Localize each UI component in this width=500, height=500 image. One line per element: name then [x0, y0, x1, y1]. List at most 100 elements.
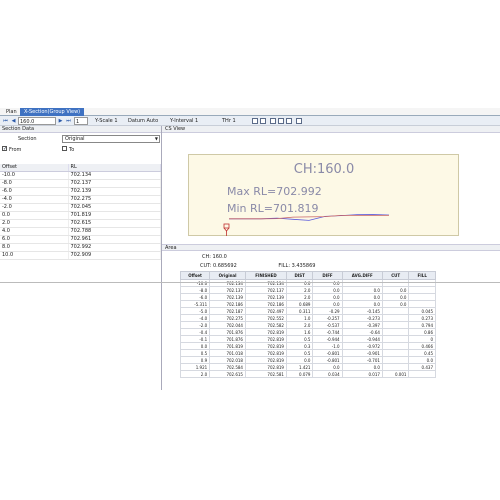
offset-cell[interactable]: 6.0: [0, 235, 69, 244]
table-row: -6.0 702.139 702.139 2.0 0.0 0.0 0.0: [179, 293, 436, 301]
offset-cell[interactable]: 10.0: [0, 251, 69, 260]
rl-cell[interactable]: 702.615: [68, 219, 161, 228]
table-row[interactable]: 4.0 702.788: [0, 227, 161, 236]
table-cell: 702.139: [209, 293, 246, 301]
rl-cell[interactable]: 702.909: [68, 251, 161, 260]
list-icon[interactable]: [286, 118, 292, 124]
rl-cell[interactable]: 702.788: [68, 227, 161, 236]
rl-cell[interactable]: 701.819: [68, 211, 161, 220]
table-cell: 0.045: [408, 307, 436, 315]
table-row[interactable]: 2.0 702.615: [0, 219, 161, 228]
table-row[interactable]: -4.0 702.275: [0, 195, 161, 204]
table-cell: 0.437: [408, 363, 436, 371]
tab-x-section[interactable]: X-Section(Group View): [20, 108, 85, 116]
offset-cell[interactable]: -8.0: [0, 179, 69, 188]
table-cell: 0.5: [285, 349, 314, 357]
design-profile-line: [229, 215, 389, 220]
table-row[interactable]: 6.0 702.961: [0, 235, 161, 244]
next-icon[interactable]: ▶: [57, 117, 64, 125]
yscale-value[interactable]: 1: [114, 118, 117, 124]
yinterval-value[interactable]: 1: [195, 118, 198, 124]
app-window: Plan X-Section(Group View) ⏮ ◀ 160.0 ▶ ⏭…: [0, 108, 500, 390]
table-cell: 702.819: [244, 328, 287, 336]
table-cell: 0.0: [312, 286, 343, 294]
table-row[interactable]: 10.0 702.909: [0, 251, 161, 260]
zoom-icon[interactable]: [252, 118, 258, 124]
cross-section-svg: CH:160.0 Max RL=702.992 Min RL=701.819: [223, 162, 390, 236]
rl-cell[interactable]: 702.134: [68, 171, 161, 180]
table-cell: 0.3: [285, 342, 314, 350]
rl-cell[interactable]: 702.275: [68, 195, 161, 204]
offset-cell[interactable]: 2.0: [0, 219, 69, 228]
first-icon[interactable]: ⏮: [2, 117, 9, 125]
datum-group: Datum Auto: [128, 117, 168, 125]
table-row[interactable]: -2.0 702.045: [0, 203, 161, 212]
pan-icon[interactable]: [260, 118, 266, 124]
cross-section-chart[interactable]: CH:160.0 Max RL=702.992 Min RL=701.819: [188, 154, 459, 236]
area-fill-value: 3.435869: [291, 263, 316, 269]
section-table: Offset RL -10.0 702.134 -8.0 702.137 -6.0 702…: [0, 164, 161, 260]
to-checkbox[interactable]: To: [62, 146, 74, 154]
rl-cell[interactable]: 702.137: [68, 179, 161, 188]
tab-bar: Plan X-Section(Group View): [0, 108, 500, 116]
table-cell: 702.497: [244, 307, 287, 315]
section-select[interactable]: Original ▼: [62, 135, 160, 143]
table-row[interactable]: -10.0 702.134: [0, 171, 161, 180]
previous-icon[interactable]: ◀: [10, 117, 17, 125]
offset-cell[interactable]: 0.0: [0, 211, 69, 220]
table-cell: 702.819: [244, 356, 287, 364]
table-cell: 701.018: [209, 349, 246, 357]
table-cell: -0.145: [341, 307, 383, 315]
table-cell: 701.876: [209, 328, 246, 336]
column-header-dist: DIST: [285, 271, 314, 280]
offset-cell[interactable]: -4.0: [0, 195, 69, 204]
table-cell: 0.86: [408, 328, 436, 336]
table-cell: -0.744: [312, 328, 343, 336]
table-row: 2.0 702.615 702.581 0.079 0.034 0.017 0.001: [179, 370, 436, 378]
offset-cell[interactable]: -10.0: [0, 171, 69, 180]
table-cell: 0.273: [408, 314, 436, 322]
table-row[interactable]: 0.0 701.819: [0, 211, 161, 220]
offset-cell[interactable]: -2.0: [0, 203, 69, 212]
chainage-input[interactable]: 160.0: [18, 117, 56, 125]
table-row[interactable]: 8.0 702.992: [0, 243, 161, 252]
datum-value[interactable]: Auto: [147, 118, 159, 124]
rl-cell[interactable]: 702.961: [68, 235, 161, 244]
table-row[interactable]: -6.0 702.139: [0, 187, 161, 196]
table-cell: 701.876: [209, 335, 246, 343]
table-cell: 702.186: [244, 300, 287, 308]
last-icon[interactable]: ⏭: [65, 117, 72, 125]
rl-cell[interactable]: 702.992: [68, 243, 161, 252]
rl-cell[interactable]: 702.045: [68, 203, 161, 212]
divider: [0, 282, 500, 283]
from-checkbox[interactable]: From: [2, 145, 21, 154]
rl-cell[interactable]: 702.139: [68, 187, 161, 196]
offset-cell[interactable]: 4.0: [0, 227, 69, 236]
table-cell: 0.0: [341, 363, 383, 371]
table-cell: 0.001: [381, 370, 410, 378]
table-cell: 1.421: [285, 363, 314, 371]
tab-plan[interactable]: Plan: [2, 108, 21, 116]
table-cell: -5.311: [179, 300, 211, 308]
section-data-title: Section Data: [0, 126, 161, 133]
table-cell: 2.0: [285, 293, 314, 301]
table-row[interactable]: -8.0 702.137: [0, 179, 161, 188]
table-cell: 0.45: [408, 349, 436, 357]
chart-icon[interactable]: [296, 118, 302, 124]
table-cell: 702.582: [244, 321, 287, 329]
table-icon[interactable]: [278, 118, 284, 124]
offset-cell[interactable]: -6.0: [0, 187, 69, 196]
thr-value[interactable]: 1: [232, 118, 235, 124]
table-cell: -0.972: [341, 342, 383, 350]
table-cell: 702.186: [209, 300, 246, 308]
table-cell: -0.901: [341, 349, 383, 357]
table-cell: 2.0: [179, 370, 211, 378]
page-select[interactable]: 1: [74, 117, 88, 125]
offset-cell[interactable]: 8.0: [0, 243, 69, 252]
table-cell: 702.275: [209, 314, 246, 322]
table-cell: 702.187: [209, 307, 246, 315]
table-cell: [381, 314, 410, 322]
grid-icon[interactable]: [270, 118, 276, 124]
section-data-panel: Section Data Section Original ▼ From To …: [0, 126, 162, 390]
table-cell: -0.273: [341, 314, 383, 322]
